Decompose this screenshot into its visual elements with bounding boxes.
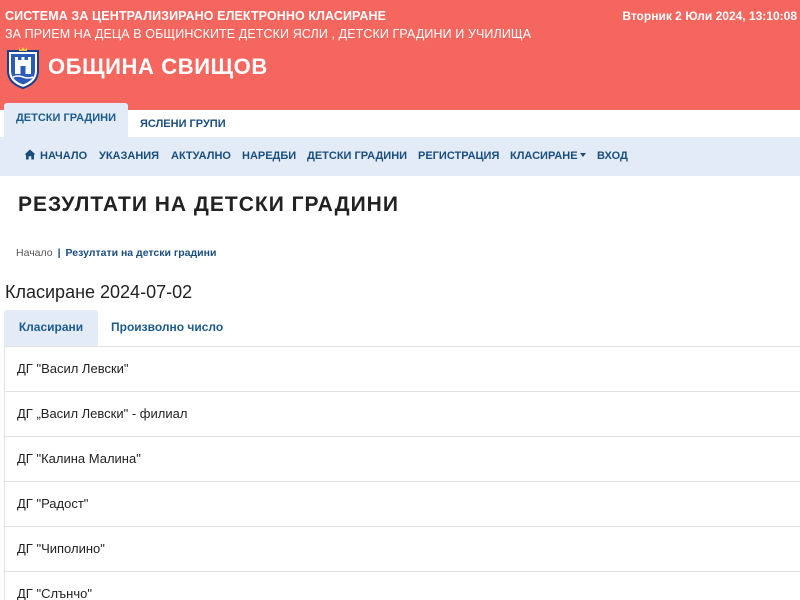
- tab-random-number[interactable]: Произволно число: [111, 310, 223, 346]
- page-title: РЕЗУЛТАТИ НА ДЕТСКИ ГРАДИНИ: [18, 193, 399, 216]
- list-item[interactable]: ДГ "Чиполино": [5, 527, 800, 572]
- breadcrumb-home-link[interactable]: Начало: [16, 247, 53, 259]
- coat-of-arms-icon[interactable]: [5, 47, 41, 89]
- system-subtitle: ЗА ПРИЕМ НА ДЕЦА В ОБЩИНСКИТЕ ДЕТСКИ ЯСЛ…: [5, 27, 532, 41]
- list-item[interactable]: ДГ "Васил Левски": [5, 347, 800, 392]
- list-item[interactable]: ДГ „Васил Левски" - филиал: [5, 392, 800, 437]
- tab-kindergartens[interactable]: ДЕТСКИ ГРАДИНИ: [4, 103, 128, 137]
- system-title: СИСТЕМА ЗА ЦЕНТРАЛИЗИРАНО ЕЛЕКТРОННО КЛА…: [5, 9, 387, 23]
- nav-item-home[interactable]: НАЧАЛО: [24, 137, 87, 176]
- current-datetime: Вторник 2 Юли 2024, 13:10:08: [622, 9, 797, 23]
- list-item[interactable]: ДГ "Слънчо": [5, 572, 800, 600]
- caret-down-icon: [579, 153, 586, 157]
- ranking-date-heading: Класиране 2024-07-02: [5, 282, 193, 302]
- breadcrumb-current: Резултати на детски градини: [65, 247, 217, 259]
- list-item[interactable]: ДГ "Радост": [5, 482, 800, 527]
- main-nav: НАЧАЛО УКАЗАНИЯ АКТУАЛНО НАРЕДБИ ДЕТСКИ …: [0, 137, 800, 176]
- site-header: СИСТЕМА ЗА ЦЕНТРАЛИЗИРАНО ЕЛЕКТРОННО КЛА…: [0, 0, 800, 110]
- nav-item-ranking-label: КЛАСИРАНЕ: [510, 150, 578, 162]
- breadcrumb: Начало | Резултати на детски градини: [16, 247, 216, 259]
- nav-item-kindergartens[interactable]: ДЕТСКИ ГРАДИНИ: [307, 137, 407, 176]
- home-icon: [24, 149, 36, 160]
- breadcrumb-separator: |: [57, 247, 61, 259]
- nav-item-home-label: НАЧАЛО: [40, 150, 88, 162]
- nav-item-news[interactable]: АКТУАЛНО: [171, 137, 231, 176]
- nav-item-ranking[interactable]: КЛАСИРАНЕ: [510, 137, 586, 176]
- municipality-name[interactable]: ОБЩИНА СВИЩОВ: [48, 54, 268, 80]
- tab-ranked[interactable]: Класирани: [4, 310, 98, 346]
- kindergarten-list: ДГ "Васил Левски" ДГ „Васил Левски" - фи…: [4, 346, 800, 600]
- list-item[interactable]: ДГ "Калина Малина": [5, 437, 800, 482]
- nav-item-registration[interactable]: РЕГИСТРАЦИЯ: [418, 137, 499, 176]
- nav-item-instructions[interactable]: УКАЗАНИЯ: [99, 137, 159, 176]
- nav-item-regulations[interactable]: НАРЕДБИ: [242, 137, 296, 176]
- nav-item-login[interactable]: ВХОД: [597, 137, 628, 176]
- tab-nursery-groups[interactable]: ЯСЛЕНИ ГРУПИ: [128, 110, 238, 137]
